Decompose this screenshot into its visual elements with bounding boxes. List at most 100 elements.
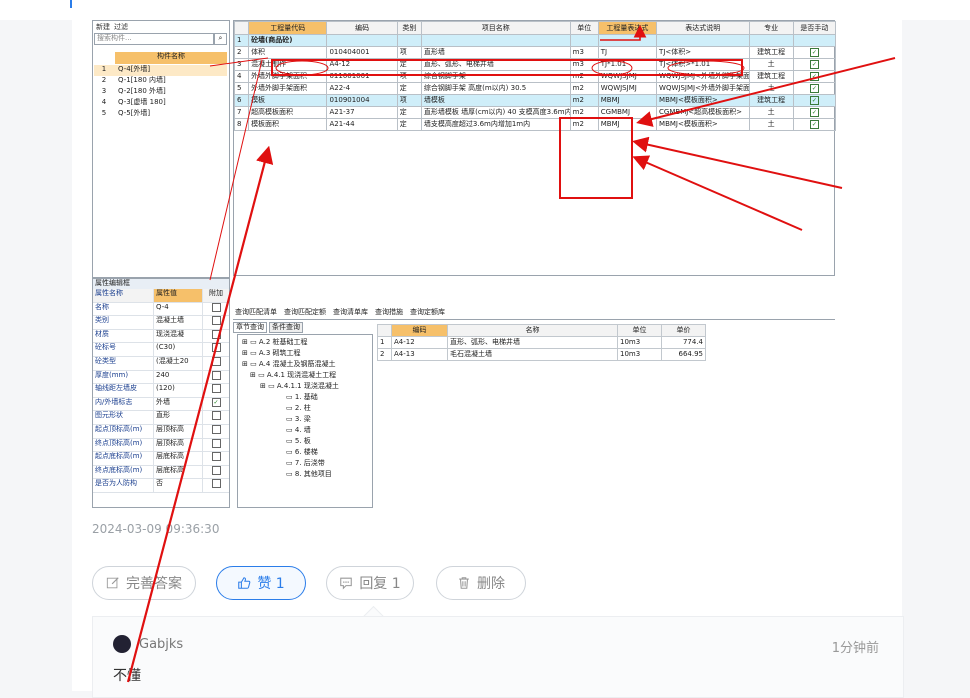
grid-cell[interactable]: WQWJSJMJ xyxy=(597,82,658,95)
property-row[interactable]: 类别 混凝土墙 xyxy=(93,316,229,330)
property-checkbox[interactable] xyxy=(211,329,221,339)
manual-checkbox[interactable]: ✓ xyxy=(809,72,819,81)
grid-cell[interactable]: MBMJ xyxy=(597,118,658,131)
property-row[interactable]: 终点顶标高(m) 层顶标高 xyxy=(93,438,229,453)
property-checkbox[interactable] xyxy=(211,479,221,489)
grid-cell[interactable]: CGMBMJ xyxy=(597,106,658,119)
query-subtab[interactable]: 章节查询 xyxy=(233,322,267,333)
property-row[interactable]: 砼类型 (混凝土20 xyxy=(93,356,229,371)
grid-column-header[interactable]: 专业 xyxy=(748,21,794,35)
grid-column-header[interactable]: 编码 xyxy=(326,21,398,35)
property-row[interactable]: 材质 现浇混凝 xyxy=(93,329,229,344)
property-checkbox[interactable] xyxy=(211,370,221,380)
property-value[interactable]: 层顶标高 xyxy=(153,424,202,438)
property-value[interactable]: 现浇混凝 xyxy=(153,329,202,343)
grid-cell-manual[interactable]: ✓ xyxy=(792,118,837,131)
query-column-header[interactable]: 编码 xyxy=(391,324,448,337)
search-input[interactable]: 搜索构件... xyxy=(94,33,214,45)
manual-checkbox[interactable]: ✓ xyxy=(809,60,819,69)
property-checkbox[interactable] xyxy=(211,302,221,312)
list-item[interactable]: 2 Q-1[180 内墙] xyxy=(94,76,227,87)
grid-row[interactable]: 8 模板面积 A21-44 定墙支模高度超过3.6m内增加1m内 m2 MBMJ MBMJ<… xyxy=(233,118,837,131)
property-value[interactable]: 混凝土墙 xyxy=(153,316,202,329)
query-column-header[interactable]: 名称 xyxy=(447,324,618,337)
property-checkbox[interactable]: ✓ xyxy=(211,397,221,407)
property-value[interactable]: 240 xyxy=(153,370,202,384)
grid-column-header[interactable]: 是否手动 xyxy=(792,21,837,35)
comment-username[interactable]: Gabjks xyxy=(139,637,183,652)
grid-cell-manual[interactable]: ✓ xyxy=(792,94,837,107)
grid-cell[interactable]: TJ*1.01 xyxy=(597,58,658,71)
grid-row[interactable]: 6 模板 010901004 项墙模板 m2 MBMJ MBMJ<模板面积> 建筑工程 ✓ xyxy=(233,94,837,107)
grid-row[interactable]: 5 外墙外脚手架面积 A22-4 定综合钢脚手架 高度(m以内) 30.5 m2 WQWJ… xyxy=(233,82,837,95)
grid-cell-manual[interactable]: ✓ xyxy=(792,106,837,119)
property-checkbox[interactable] xyxy=(211,316,221,326)
query-row[interactable]: 2 A4-13 毛石混凝土墙 10m3 664.95 xyxy=(377,348,706,361)
property-value[interactable]: Q-4 xyxy=(153,302,202,316)
tree-node[interactable]: ▭ 6. 楼梯 xyxy=(286,448,318,457)
grid-cell[interactable]: TJ xyxy=(597,46,658,59)
property-checkbox[interactable] xyxy=(211,356,221,366)
list-item[interactable]: 3 Q-2[180 外墙] xyxy=(94,87,227,98)
property-value[interactable]: 层底标高 xyxy=(153,452,202,465)
delete-button[interactable]: 删除 xyxy=(436,566,526,600)
property-row[interactable]: 厚度(mm) 240 xyxy=(93,370,229,385)
manual-checkbox[interactable]: ✓ xyxy=(809,120,819,129)
property-row[interactable]: 轴线距左墙皮 (120) xyxy=(93,384,229,398)
tree-node[interactable]: ▭ 4. 墙 xyxy=(286,426,311,435)
property-row[interactable]: 起点底标高(m) 层底标高 xyxy=(93,452,229,466)
tree-node[interactable]: ⊞ ▭ A.4.1 现浇混凝土工程 xyxy=(250,371,336,380)
grid-row[interactable]: 1 砼墙(商品砼) xyxy=(233,34,837,47)
property-value[interactable]: 直形 xyxy=(153,411,202,424)
property-value[interactable]: 层底标高 xyxy=(153,465,202,479)
property-checkbox[interactable] xyxy=(211,452,221,462)
query-row[interactable]: 1 A4-12 直形、弧形、电梯井墙 10m3 774.4 xyxy=(377,336,706,349)
property-row[interactable]: 内/外墙标志 外墙 ✓ xyxy=(93,397,229,412)
query-subtab[interactable]: 条件查询 xyxy=(269,322,303,333)
property-value[interactable]: 否 xyxy=(153,479,202,492)
search-icon[interactable]: ⌕ xyxy=(214,33,227,45)
tree-node[interactable]: ▭ 5. 板 xyxy=(286,437,311,446)
query-tab[interactable]: 查询定额库 xyxy=(408,308,447,319)
tree-node[interactable]: ⊞ ▭ A.2 桩基础工程 xyxy=(242,338,308,347)
grid-column-header[interactable]: 表达式说明 xyxy=(656,21,750,35)
tree-node[interactable]: ▭ 3. 梁 xyxy=(286,415,311,424)
query-tab[interactable]: 查询措施 xyxy=(373,308,405,319)
manual-checkbox[interactable]: ✓ xyxy=(809,96,819,105)
tree-node[interactable]: ▭ 7. 后浇带 xyxy=(286,459,325,468)
property-checkbox[interactable] xyxy=(211,343,221,353)
property-checkbox[interactable] xyxy=(211,384,221,394)
query-column-header[interactable]: 单价 xyxy=(661,324,706,337)
tree-node[interactable]: ⊞ ▭ A.4.1.1 现浇混凝土 xyxy=(260,382,339,391)
grid-cell[interactable] xyxy=(597,34,658,47)
reply-button[interactable]: 回复 1 xyxy=(326,566,414,600)
new-button[interactable]: 新建 xyxy=(96,23,110,32)
property-value[interactable]: 层顶标高 xyxy=(153,438,202,452)
manual-checkbox[interactable]: ✓ xyxy=(809,108,819,117)
property-row[interactable]: 起点顶标高(m) 层顶标高 xyxy=(93,424,229,439)
tree-node[interactable]: ▭ 1. 基础 xyxy=(286,393,318,402)
grid-column-header[interactable]: 工程量表达式 xyxy=(597,21,658,35)
property-checkbox[interactable] xyxy=(211,465,221,475)
filter-button[interactable]: 过滤 xyxy=(114,23,128,32)
property-checkbox[interactable] xyxy=(211,411,221,421)
query-tab[interactable]: 查询匹配定额 xyxy=(282,308,328,319)
grid-cell-manual[interactable]: ✓ xyxy=(792,82,837,95)
property-row[interactable]: 名称 Q-4 xyxy=(93,302,229,317)
complete-answer-button[interactable]: 完善答案 xyxy=(92,566,196,600)
tree-node[interactable]: ▭ 8. 其他项目 xyxy=(286,470,332,479)
property-checkbox[interactable] xyxy=(211,424,221,434)
property-row[interactable]: 是否为人防构 否 xyxy=(93,479,229,493)
grid-row[interactable]: 2 体积 010404001 项直形墙 m3 TJ TJ<体积> 建筑工程 ✓ xyxy=(233,46,837,59)
property-value[interactable]: (C30) xyxy=(153,343,202,356)
grid-cell-manual[interactable]: ✓ xyxy=(792,70,837,83)
grid-column-header[interactable]: 工程量代码 xyxy=(248,21,328,35)
property-value[interactable]: 外墙 xyxy=(153,397,202,411)
tree-node[interactable]: ⊞ ▭ A.4 混凝土及钢筋混凝土 xyxy=(242,360,336,369)
grid-row[interactable]: 4 外墙外脚手架面积 011001001 项综合钢脚手架 m2 WQWJSJMJ WQWJS… xyxy=(233,70,837,83)
grid-cell[interactable]: MBMJ xyxy=(597,94,658,107)
property-row[interactable]: 终点底标高(m) 层底标高 xyxy=(93,465,229,480)
manual-checkbox[interactable]: ✓ xyxy=(809,84,819,93)
property-checkbox[interactable] xyxy=(211,438,221,448)
list-item[interactable]: 1 Q-4[外墙] xyxy=(94,65,227,76)
